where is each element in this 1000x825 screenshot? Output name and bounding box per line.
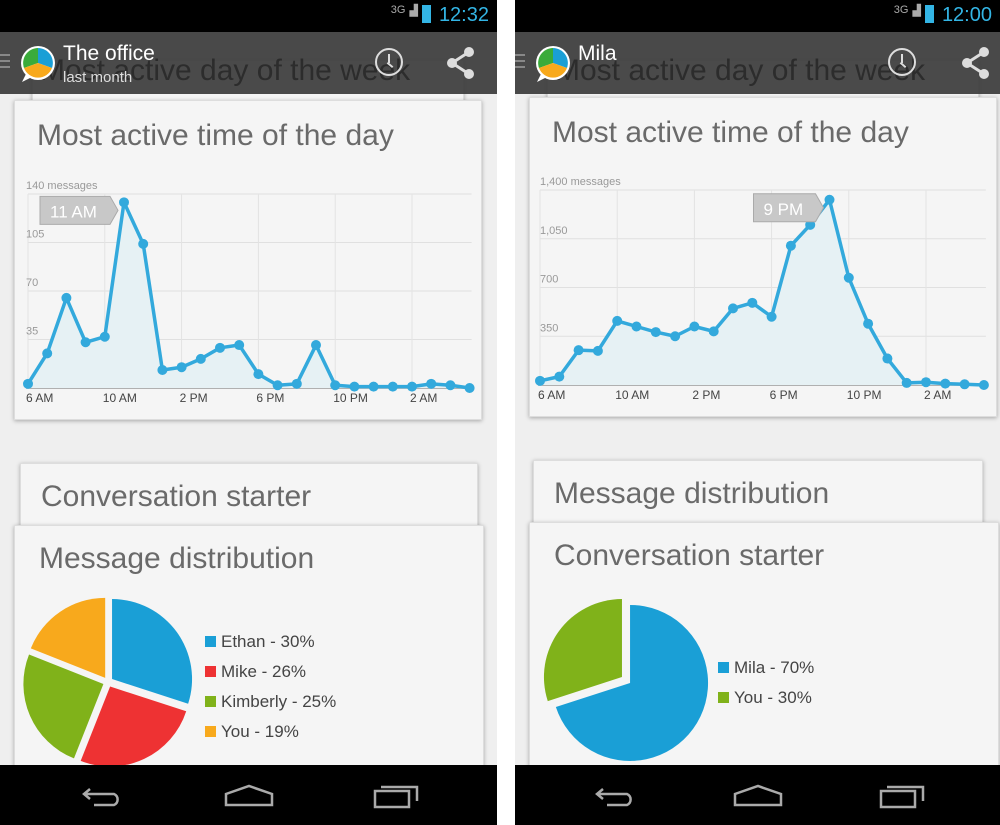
recent-apps-icon[interactable]	[373, 783, 419, 809]
navigation-bar	[515, 765, 1000, 825]
signal-bars-icon: ▟	[409, 5, 418, 17]
drawer-menu-icon[interactable]	[0, 54, 10, 68]
legend-label: You - 19%	[221, 722, 299, 741]
history-clock-icon[interactable]	[375, 48, 403, 76]
app-logo-icon[interactable]	[18, 44, 58, 84]
navigation-bar	[0, 765, 497, 825]
history-clock-icon[interactable]	[888, 48, 916, 76]
period-subtitle[interactable]: last month	[63, 69, 132, 86]
back-icon[interactable]	[593, 783, 637, 809]
legend-swatch	[205, 696, 216, 707]
status-time: 12:00	[941, 4, 992, 26]
legend-item: You - 19%	[205, 722, 336, 742]
conversation-title: Mila	[578, 42, 617, 65]
legend-item: Mike - 26%	[205, 662, 336, 682]
status-bar: 3G ▟ 12:00	[515, 0, 1000, 32]
pie-legend: Ethan - 30% Mike - 26% Kimberly - 25% You -…	[205, 632, 336, 752]
back-icon[interactable]	[80, 783, 124, 809]
legend-item: Mila - 70%	[718, 658, 814, 678]
legend-label: Kimberly - 25%	[221, 692, 337, 711]
legend-item: You - 30%	[718, 688, 814, 708]
legend-swatch	[718, 692, 729, 703]
recent-apps-icon[interactable]	[879, 783, 925, 809]
pie-slice-ethan	[112, 599, 193, 704]
home-icon[interactable]	[224, 783, 274, 809]
battery-charging-icon	[924, 5, 934, 23]
legend-label: Mila - 70%	[734, 658, 815, 677]
legend-swatch	[205, 726, 216, 737]
signal-3g-icon: 3G	[390, 4, 406, 16]
battery-charging-icon	[421, 5, 431, 23]
signal-3g-icon: 3G	[893, 4, 909, 16]
phone-screen: Most active time of the day 6 AM 10 AM 2 P…	[0, 0, 497, 825]
legend-label: Mike - 26%	[221, 662, 307, 681]
action-bar: Most active day of the week Mila	[515, 32, 1000, 94]
app-logo-icon[interactable]	[533, 44, 573, 84]
legend-swatch	[718, 662, 729, 673]
conversation-title: The office	[63, 42, 155, 65]
pie-slice-you	[543, 599, 622, 702]
legend-label: Ethan - 30%	[221, 632, 315, 651]
status-time: 12:32	[438, 4, 489, 26]
phone-screen: Most active time of the day 6 AM 10 AM 2 P…	[515, 0, 1000, 825]
legend-item: Kimberly - 25%	[205, 692, 336, 712]
legend-swatch	[205, 666, 216, 677]
share-icon[interactable]	[960, 46, 992, 80]
status-bar: 3G ▟ 12:32	[0, 0, 497, 32]
pie-legend: Mila - 70% You - 30%	[718, 658, 814, 718]
action-bar: Most active day of the week The office l…	[0, 32, 497, 94]
signal-bars-icon: ▟	[912, 5, 921, 17]
home-icon[interactable]	[733, 783, 783, 809]
legend-swatch	[205, 636, 216, 647]
legend-item: Ethan - 30%	[205, 632, 336, 652]
legend-label: You - 30%	[734, 688, 812, 707]
drawer-menu-icon[interactable]	[515, 54, 525, 68]
share-icon[interactable]	[445, 46, 477, 80]
